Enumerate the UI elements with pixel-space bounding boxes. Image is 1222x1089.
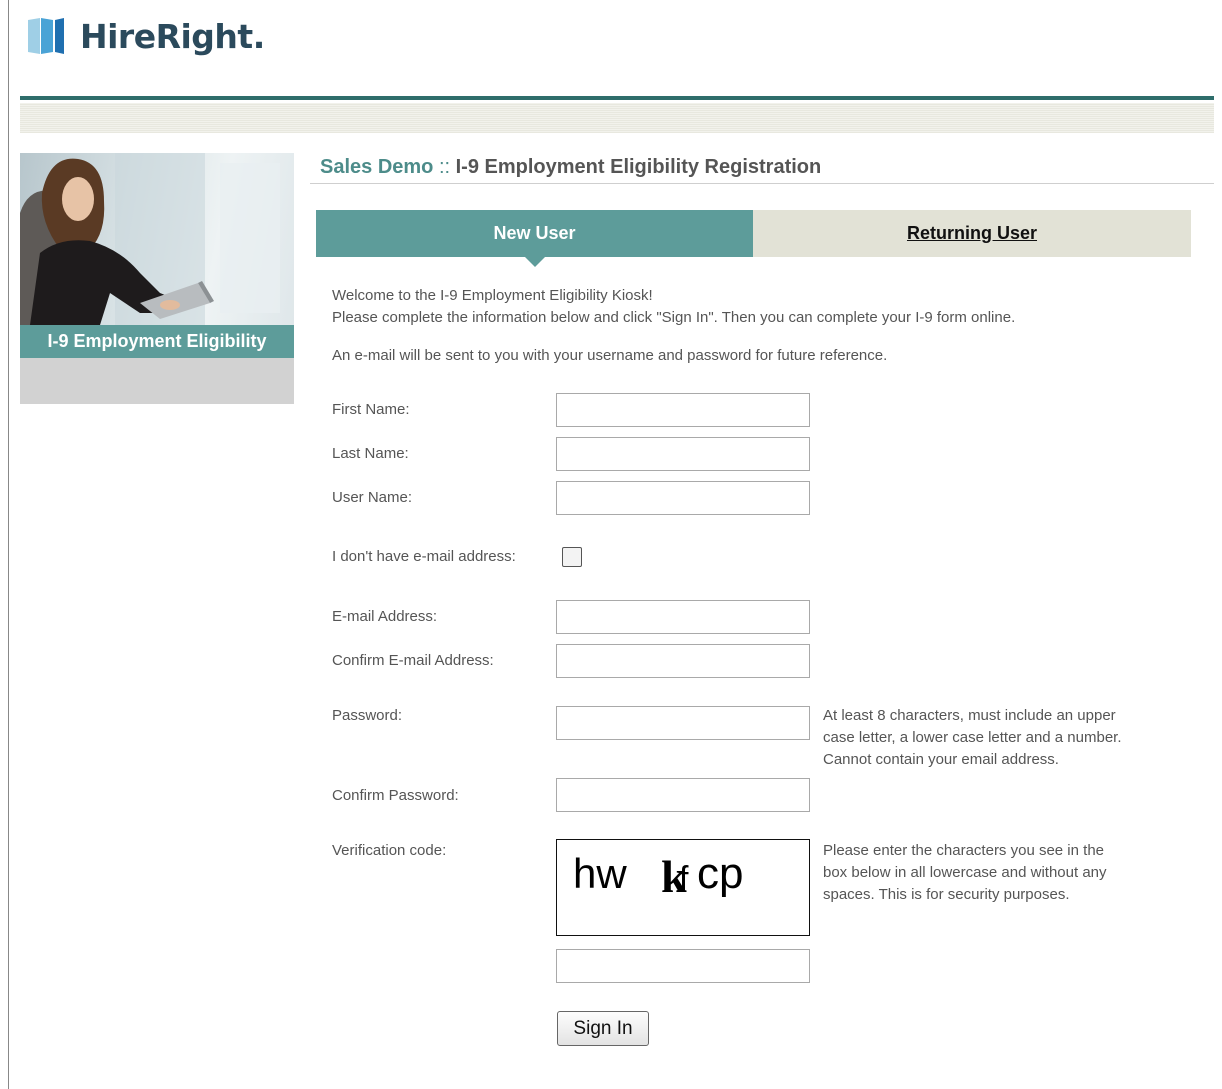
no-email-checkbox[interactable] [562, 547, 582, 567]
confirm-password-field[interactable] [556, 778, 810, 812]
captcha-hint: Please enter the characters you see in t… [823, 840, 1107, 906]
user-name-label: User Name: [332, 489, 413, 506]
last-name-field[interactable] [556, 437, 810, 471]
sidebar-label: I-9 Employment Eligibility [20, 325, 294, 358]
sign-in-button[interactable]: Sign In [557, 1011, 649, 1046]
title-divider [310, 183, 1214, 184]
sidebar-panel: I-9 Employment Eligibility [20, 153, 294, 404]
woman-with-laptop-photo [20, 153, 294, 325]
title-demo: Sales Demo [320, 156, 434, 178]
email-label: E-mail Address: [332, 608, 438, 625]
tab-returning-user[interactable]: Returning User [753, 210, 1191, 257]
title-separator: :: [433, 156, 456, 178]
email-field[interactable] [556, 600, 810, 634]
password-hint-line: case letter, a lower case letter and a n… [823, 729, 1122, 746]
captcha-hint-line: Please enter the characters you see in t… [823, 842, 1105, 859]
title-registration: I-9 Employment Eligibility Registration [455, 156, 822, 178]
hireright-logo[interactable]: HireRight. [26, 14, 265, 58]
password-hint-line: Cannot contain your email address. [823, 751, 1059, 768]
intro-email-notice: An e-mail will be sent to you with your … [332, 347, 888, 364]
captcha-hw: hw [573, 850, 627, 897]
last-name-label: Last Name: [332, 445, 409, 462]
verification-code-field[interactable] [556, 949, 810, 983]
password-hint-line: At least 8 characters, must include an u… [823, 707, 1116, 724]
password-hint: At least 8 characters, must include an u… [823, 705, 1122, 771]
confirm-password-label: Confirm Password: [332, 787, 459, 804]
confirm-email-label: Confirm E-mail Address: [332, 652, 494, 669]
first-name-label: First Name: [332, 401, 410, 418]
captcha-cp: cp [697, 849, 743, 898]
tab-new-user[interactable]: New User [316, 210, 753, 267]
header-stripe-band [20, 103, 1214, 133]
confirm-email-field[interactable] [556, 644, 810, 678]
verification-code-label: Verification code: [332, 842, 447, 859]
page-title: Sales Demo :: I-9 Employment Eligibility… [320, 156, 821, 179]
captcha-image: hw k f cp [556, 839, 810, 936]
password-field[interactable] [556, 706, 810, 740]
no-email-label: I don't have e-mail address: [332, 548, 516, 565]
captcha-hint-line: box below in all lowercase and without a… [823, 864, 1107, 881]
intro-welcome: Welcome to the I-9 Employment Eligibilit… [332, 287, 653, 304]
intro-instructions: Please complete the information below an… [332, 309, 1016, 326]
captcha-hint-line: spaces. This is for security purposes. [823, 886, 1070, 903]
logo-text: HireRight. [80, 16, 265, 56]
captcha-f: f [679, 860, 689, 898]
first-name-field[interactable] [556, 393, 810, 427]
hireright-logo-icon [28, 18, 64, 54]
user-name-field[interactable] [556, 481, 810, 515]
header-rule [20, 96, 1214, 100]
password-label: Password: [332, 707, 403, 724]
